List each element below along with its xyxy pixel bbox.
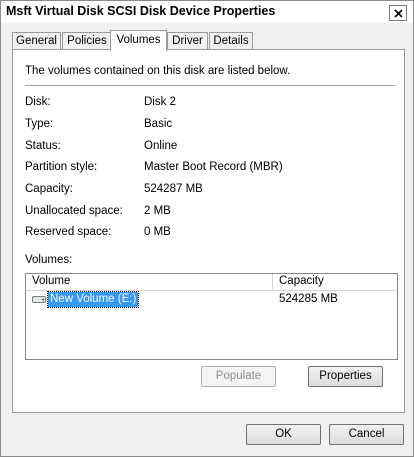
tab-general[interactable]: General — [12, 32, 61, 50]
tab-policies[interactable]: Policies — [62, 32, 112, 50]
status-value: Online — [144, 140, 178, 152]
title-bar[interactable]: Msft Virtual Disk SCSI Disk Device Prope… — [1, 1, 413, 23]
unallocated-space-value: 2 MB — [144, 205, 171, 217]
intro-text: The volumes contained on this disk are l… — [25, 65, 291, 77]
type-label: Type: — [25, 118, 54, 130]
close-icon — [393, 8, 403, 18]
volumes-label: Volumes: — [25, 254, 73, 266]
drive-icon — [32, 296, 46, 303]
status-label: Status: — [25, 140, 61, 152]
window-title: Msft Virtual Disk SCSI Disk Device Prope… — [6, 4, 276, 18]
list-header: Volume Capacity — [26, 274, 397, 291]
ok-button[interactable]: OK — [246, 424, 321, 445]
properties-button[interactable]: Properties — [308, 366, 383, 387]
volume-capacity: 524285 MB — [279, 293, 338, 305]
column-header-capacity[interactable]: Capacity — [273, 274, 397, 290]
tab-volumes[interactable]: Volumes — [110, 30, 167, 51]
capacity-label: Capacity: — [25, 183, 73, 195]
close-button[interactable] — [389, 5, 407, 21]
tab-driver[interactable]: Driver — [167, 32, 208, 50]
partition-style-value: Master Boot Record (MBR) — [144, 161, 283, 173]
column-header-volume[interactable]: Volume — [26, 274, 273, 290]
tab-details[interactable]: Details — [209, 32, 253, 50]
volume-name: New Volume (E:) — [46, 291, 140, 308]
reserved-space-label: Reserved space: — [25, 226, 112, 238]
disk-value: Disk 2 — [144, 96, 176, 108]
capacity-value: 524287 MB — [144, 183, 203, 195]
partition-style-label: Partition style: — [25, 161, 98, 173]
populate-button[interactable]: Populate — [201, 366, 276, 387]
cancel-button[interactable]: Cancel — [329, 424, 404, 445]
volumes-list[interactable]: Volume Capacity New Volume (E:) 524285 M… — [25, 273, 398, 360]
disk-label: Disk: — [25, 96, 51, 108]
separator — [25, 85, 395, 86]
unallocated-space-label: Unallocated space: — [25, 205, 123, 217]
volumes-panel: The volumes contained on this disk are l… — [12, 49, 405, 413]
reserved-space-value: 0 MB — [144, 226, 171, 238]
properties-dialog: Msft Virtual Disk SCSI Disk Device Prope… — [0, 0, 414, 457]
type-value: Basic — [144, 118, 173, 130]
list-item[interactable]: New Volume (E:) 524285 MB — [26, 291, 397, 308]
